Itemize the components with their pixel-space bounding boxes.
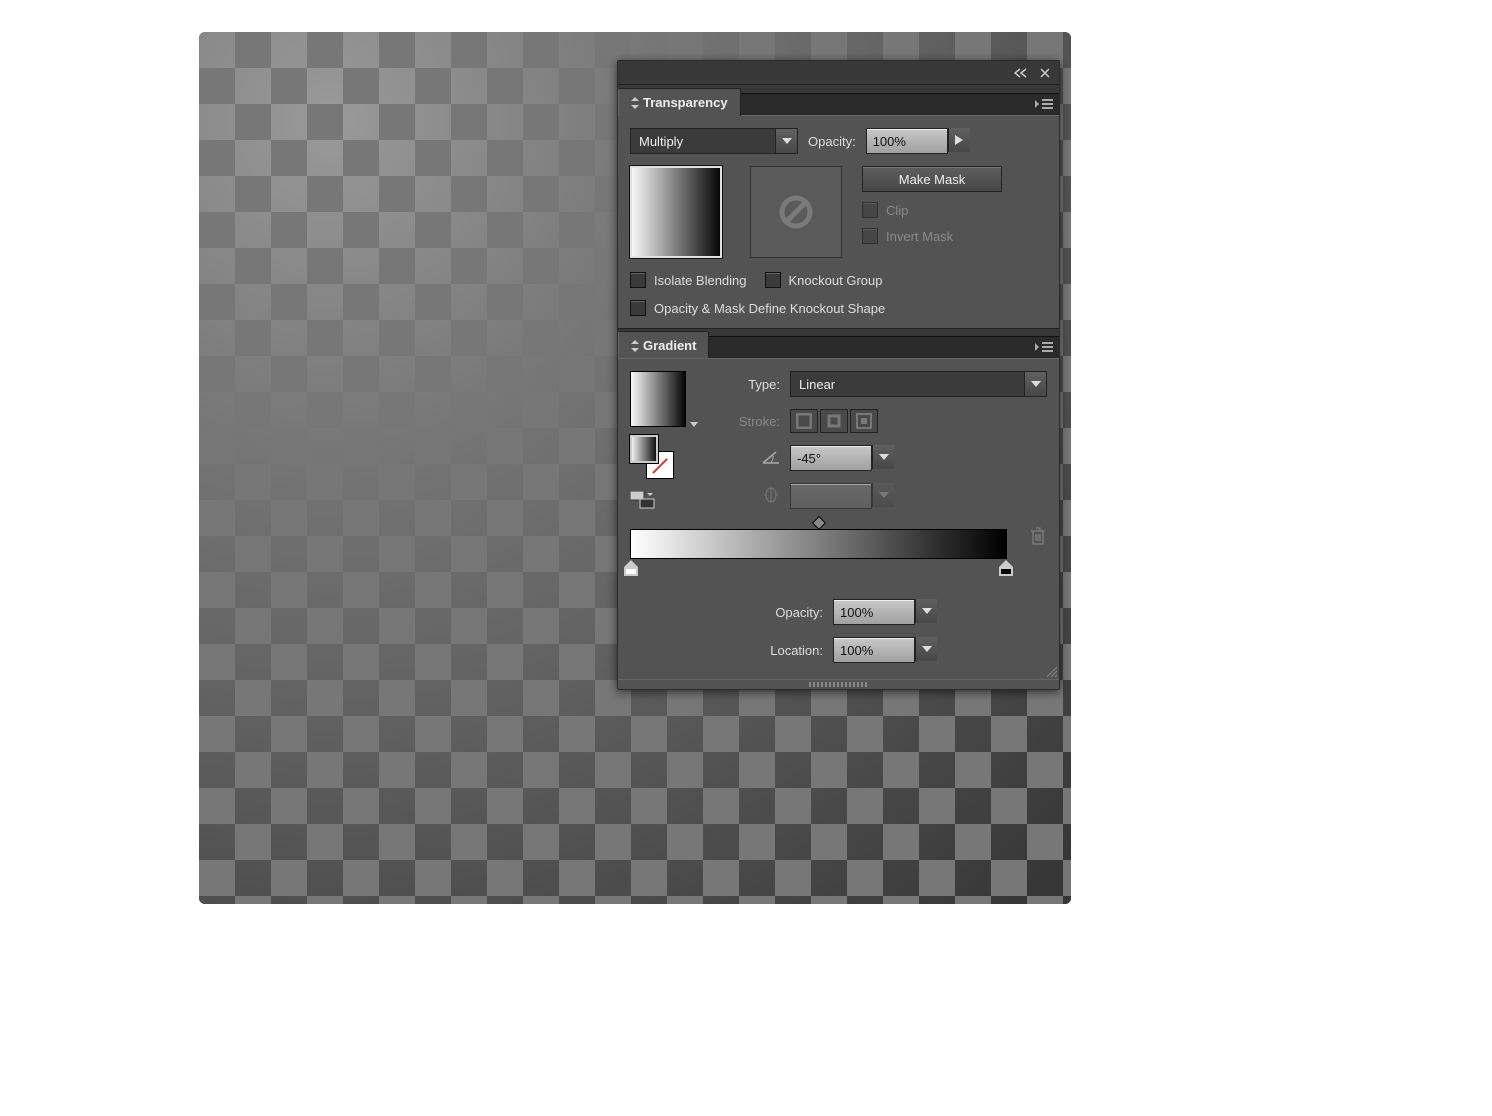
tab-transparency[interactable]: Transparency [618, 88, 741, 116]
opacity-value: 100% [873, 134, 906, 149]
fill-stroke-selector[interactable] [630, 435, 674, 479]
opacity-slider-flyout-icon[interactable] [948, 128, 970, 152]
panels-group: Transparency Multiply Opacity: 100% [617, 60, 1060, 690]
tab-gradient[interactable]: Gradient [618, 331, 709, 359]
aspect-ratio-icon [720, 487, 780, 506]
stop-location-label: Location: [770, 643, 823, 658]
clip-label: Clip [886, 203, 908, 218]
isolate-blending-checkbox[interactable] [630, 272, 646, 288]
gradient-tabbar: Gradient [618, 328, 1059, 358]
gradient-panel: Type: Linear Stroke: [618, 358, 1059, 679]
gradient-ramp[interactable] [630, 529, 1007, 559]
isolate-blending-label: Isolate Blending [654, 273, 747, 288]
opacity-mask-define-checkbox[interactable] [630, 300, 646, 316]
invert-mask-checkbox[interactable] [862, 228, 878, 244]
angle-icon [720, 450, 780, 467]
transparency-tabbar: Transparency [618, 85, 1059, 115]
tab-gradient-label: Gradient [643, 338, 696, 353]
panel-flyout-menu-icon[interactable] [1035, 98, 1053, 112]
delete-stop-icon[interactable] [1031, 527, 1047, 545]
clip-checkbox[interactable] [862, 202, 878, 218]
make-mask-label: Make Mask [899, 172, 965, 187]
collapse-panel-icon[interactable] [1013, 65, 1029, 81]
knockout-group-checkbox[interactable] [765, 272, 781, 288]
blend-mode-dropdown[interactable]: Multiply [630, 128, 798, 154]
stop-opacity-label: Opacity: [775, 605, 823, 620]
stroke-align-within-button[interactable] [790, 409, 818, 433]
close-panel-icon[interactable] [1037, 65, 1053, 81]
dropdown-arrow-icon[interactable] [1024, 372, 1046, 396]
stroke-label: Stroke: [720, 414, 780, 429]
stop-opacity-value: 100% [840, 605, 873, 620]
stroke-gradient-alignment [790, 409, 878, 433]
mask-thumbnail[interactable] [750, 166, 842, 258]
artwork-thumbnail[interactable] [630, 166, 722, 258]
dropdown-arrow-icon[interactable] [872, 445, 894, 469]
invert-mask-label: Invert Mask [886, 229, 953, 244]
transparency-panel: Multiply Opacity: 100% [618, 115, 1059, 328]
make-mask-button[interactable]: Make Mask [862, 166, 1002, 192]
tab-transparency-label: Transparency [643, 95, 728, 110]
stop-opacity-input[interactable]: 100% [833, 599, 915, 625]
panel-resize-grip[interactable] [1043, 663, 1057, 677]
panel-titlebar[interactable] [618, 61, 1059, 85]
gradient-preset-menu-icon[interactable] [686, 422, 698, 427]
stop-location-value: 100% [840, 643, 873, 658]
panel-toggle-icon [631, 97, 639, 109]
blend-mode-value: Multiply [631, 129, 775, 153]
angle-value: -45° [797, 451, 821, 466]
reverse-gradient-icon[interactable] [630, 491, 706, 509]
knockout-group-label: Knockout Group [789, 273, 883, 288]
gradient-stop-left[interactable] [624, 560, 638, 576]
stroke-align-along-button[interactable] [820, 409, 848, 433]
no-mask-icon [778, 194, 814, 230]
stop-location-input[interactable]: 100% [833, 637, 915, 663]
panel-toggle-icon [631, 340, 639, 352]
opacity-label: Opacity: [808, 134, 856, 149]
stroke-align-across-button[interactable] [850, 409, 878, 433]
aspect-ratio-input [790, 483, 872, 509]
gradient-type-value: Linear [791, 372, 1024, 396]
dropdown-arrow-icon [872, 483, 894, 507]
gradient-fill-preview[interactable] [630, 371, 686, 427]
fill-swatch[interactable] [630, 435, 658, 463]
dropdown-arrow-icon[interactable] [775, 129, 797, 153]
type-label: Type: [720, 377, 780, 392]
dropdown-arrow-icon[interactable] [915, 599, 937, 623]
opacity-input[interactable]: 100% [866, 128, 948, 154]
opacity-mask-define-label: Opacity & Mask Define Knockout Shape [654, 301, 885, 316]
dropdown-arrow-icon[interactable] [915, 637, 937, 661]
angle-input[interactable]: -45° [790, 445, 872, 471]
panel-drag-grip[interactable] [618, 679, 1059, 689]
gradient-stop-right[interactable] [999, 560, 1013, 576]
gradient-type-dropdown[interactable]: Linear [790, 371, 1047, 397]
panel-flyout-menu-icon[interactable] [1035, 341, 1053, 355]
